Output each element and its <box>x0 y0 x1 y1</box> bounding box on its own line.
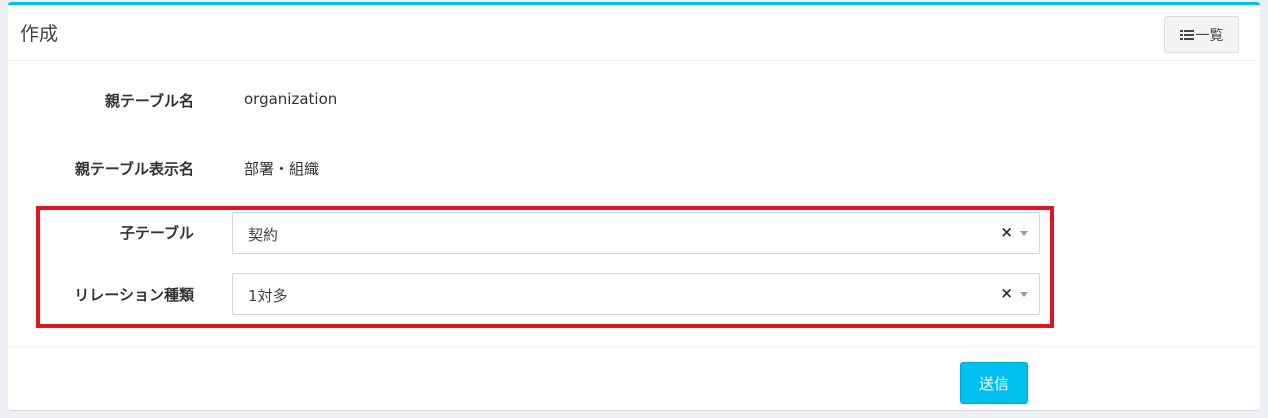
relation-type-clear-icon[interactable]: × <box>1000 284 1013 302</box>
page-title: 作成 <box>20 23 59 45</box>
submit-button[interactable]: 送信 <box>960 362 1028 404</box>
relation-type-dropdown-arrow-icon[interactable] <box>1020 292 1028 297</box>
parent-table-name-label: 親テーブル名 <box>104 92 194 110</box>
panel-footer: 送信 <box>8 346 1260 413</box>
child-table-clear-icon[interactable]: × <box>1000 223 1013 241</box>
parent-table-name-value: organization <box>244 90 338 108</box>
relation-type-label: リレーション種類 <box>74 286 194 304</box>
panel-header: 作成 一覧 <box>8 5 1260 61</box>
child-table-label: 子テーブル <box>119 224 194 242</box>
relation-type-select[interactable]: 1対多 × <box>232 273 1040 315</box>
relation-type-selected-value: 1対多 <box>248 287 288 305</box>
parent-table-display-name-label: 親テーブル表示名 <box>74 160 194 178</box>
child-table-select[interactable]: 契約 × <box>232 212 1040 254</box>
list-button-label: 一覧 <box>1195 27 1224 44</box>
parent-table-display-name-value: 部署・組織 <box>244 160 320 178</box>
child-table-dropdown-arrow-icon[interactable] <box>1020 231 1028 236</box>
list-icon <box>1179 29 1194 41</box>
child-table-selected-value: 契約 <box>248 226 279 244</box>
list-button[interactable]: 一覧 <box>1164 16 1239 53</box>
create-panel: 作成 一覧 親テーブル名 organization 親テーブル表示名 部署・組織… <box>8 2 1260 410</box>
